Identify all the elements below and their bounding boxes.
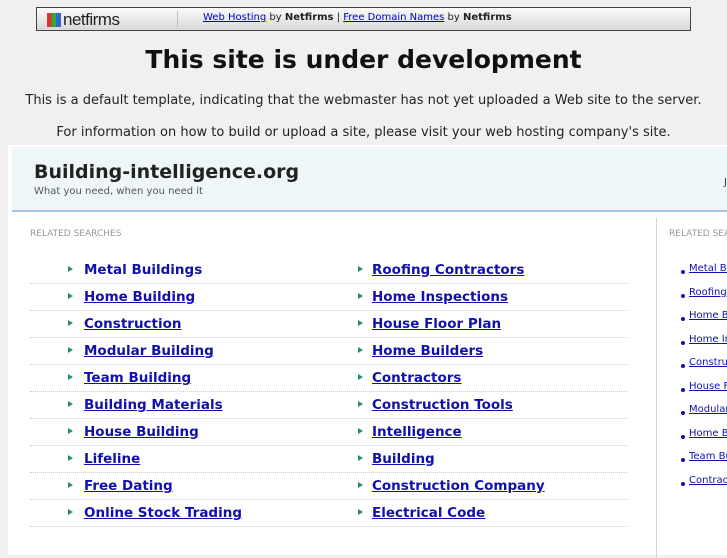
- bullet-icon: [681, 411, 685, 415]
- arrow-icon: [358, 266, 363, 272]
- related-search-link[interactable]: Modular Building: [84, 343, 214, 359]
- parked-page-frame: Building-intelligence.org What you need,…: [8, 145, 727, 558]
- related-search-link[interactable]: Construction: [84, 316, 182, 332]
- related-search-link[interactable]: Intelligence: [372, 424, 462, 440]
- bullet-icon: [681, 458, 685, 462]
- arrow-icon: [68, 482, 73, 488]
- search-row: Free Dating Construction Company: [30, 472, 628, 500]
- right-related-link[interactable]: Team Building: [689, 451, 727, 462]
- related-search-link[interactable]: Contractors: [372, 370, 461, 386]
- search-row: Home Building Home Inspections: [30, 283, 628, 311]
- bullet-icon: [681, 364, 685, 368]
- related-search-link[interactable]: House Floor Plan: [372, 316, 501, 332]
- related-search-link[interactable]: Construction Tools: [372, 397, 513, 413]
- arrow-icon: [68, 293, 73, 299]
- search-row: Construction House Floor Plan: [30, 310, 628, 338]
- netfirms-logo-icon: [47, 13, 61, 27]
- related-search-link[interactable]: Roofing Contractors: [372, 262, 524, 278]
- right-related-link[interactable]: House Floor Plan: [689, 381, 727, 392]
- arrow-icon: [358, 347, 363, 353]
- arrow-icon: [68, 428, 73, 434]
- search-row: Team Building Contractors: [30, 364, 628, 392]
- search-row: Modular Building Home Builders: [30, 337, 628, 365]
- arrow-icon: [68, 509, 73, 515]
- by-text: by: [447, 12, 460, 23]
- arrow-icon: [68, 320, 73, 326]
- arrow-icon: [358, 455, 363, 461]
- search-row: House Building Intelligence: [30, 418, 628, 446]
- bullet-icon: [681, 387, 685, 392]
- free-domain-names-link[interactable]: Free Domain Names: [343, 12, 444, 23]
- web-hosting-link[interactable]: Web Hosting: [203, 12, 266, 23]
- bullet-icon: [681, 293, 685, 298]
- column-divider: [656, 218, 657, 558]
- right-related-link[interactable]: Home Builders: [689, 428, 727, 439]
- brand-text: Netfirms: [284, 12, 334, 23]
- search-row: Metal Buildings Roofing Contractors: [30, 256, 628, 284]
- related-searches-label-right: RELATED SEARCHES: [669, 229, 727, 239]
- arrow-icon: [358, 482, 363, 488]
- brand-text: Netfirms: [463, 12, 512, 23]
- arrow-icon: [68, 401, 73, 407]
- site-name: Building-intelligence.org: [34, 161, 300, 183]
- arrow-icon: [358, 374, 363, 380]
- related-search-link[interactable]: Electrical Code: [372, 505, 485, 521]
- search-row: Lifeline Building: [30, 445, 628, 473]
- related-search-link[interactable]: Metal Buildings: [84, 262, 202, 278]
- arrow-icon: [358, 401, 363, 407]
- related-search-link[interactable]: Building: [372, 451, 435, 467]
- bullet-icon: [681, 317, 685, 321]
- related-search-link[interactable]: Lifeline: [84, 451, 140, 467]
- right-related-link[interactable]: Metal Buildings: [689, 263, 727, 274]
- related-searches-label: RELATED SEARCHES: [30, 229, 122, 239]
- right-related-link[interactable]: Modular Building: [689, 404, 727, 415]
- right-related-link[interactable]: Roofing Contractors: [689, 287, 727, 298]
- pipe: |: [336, 12, 341, 23]
- bullet-icon: [681, 434, 685, 439]
- bullet-icon: [681, 270, 685, 274]
- by-text: by: [269, 12, 282, 23]
- right-related-link[interactable]: Home Building: [689, 310, 727, 321]
- info-text: This is a default template, indicating t…: [25, 93, 702, 108]
- arrow-icon: [68, 455, 73, 461]
- bullet-icon: [681, 481, 685, 486]
- related-search-link[interactable]: Free Dating: [84, 478, 173, 494]
- related-search-link[interactable]: House Building: [84, 424, 199, 440]
- site-tagline: What you need, when you need it: [34, 186, 203, 197]
- arrow-icon: [68, 347, 73, 353]
- divider: [177, 11, 178, 27]
- related-search-link[interactable]: Online Stock Trading: [84, 505, 242, 521]
- arrow-icon: [68, 374, 73, 380]
- netfirms-banner: netfirms Web Hosting by Netfirms | Free …: [36, 7, 691, 31]
- related-search-link[interactable]: Building Materials: [84, 397, 223, 413]
- banner-links: Web Hosting by Netfirms | Free Domain Na…: [203, 12, 512, 23]
- bullet-icon: [681, 340, 685, 345]
- right-related-link[interactable]: Contractors: [689, 475, 727, 486]
- search-row: Building Materials Construction Tools: [30, 391, 628, 419]
- logo-text: netfirms: [63, 10, 120, 29]
- related-search-link[interactable]: Home Building: [84, 289, 195, 305]
- arrow-icon: [358, 428, 363, 434]
- related-search-link[interactable]: Team Building: [84, 370, 191, 386]
- arrow-icon: [358, 509, 363, 515]
- site-header: Building-intelligence.org What you need,…: [12, 147, 727, 212]
- related-search-link[interactable]: Construction Company: [372, 478, 545, 494]
- arrow-icon: [358, 320, 363, 326]
- right-related-link[interactable]: Construction: [689, 357, 727, 368]
- arrow-icon: [68, 266, 73, 272]
- search-row: Online Stock Trading Electrical Code: [30, 499, 628, 527]
- right-related-link[interactable]: Home Inspections: [689, 334, 727, 345]
- related-search-link[interactable]: Home Builders: [372, 343, 483, 359]
- page-title: This site is under development: [145, 45, 582, 74]
- netfirms-logo[interactable]: netfirms: [47, 10, 120, 30]
- arrow-icon: [358, 293, 363, 299]
- info-text: For information on how to build or uploa…: [56, 125, 671, 140]
- related-search-link[interactable]: Home Inspections: [372, 289, 508, 305]
